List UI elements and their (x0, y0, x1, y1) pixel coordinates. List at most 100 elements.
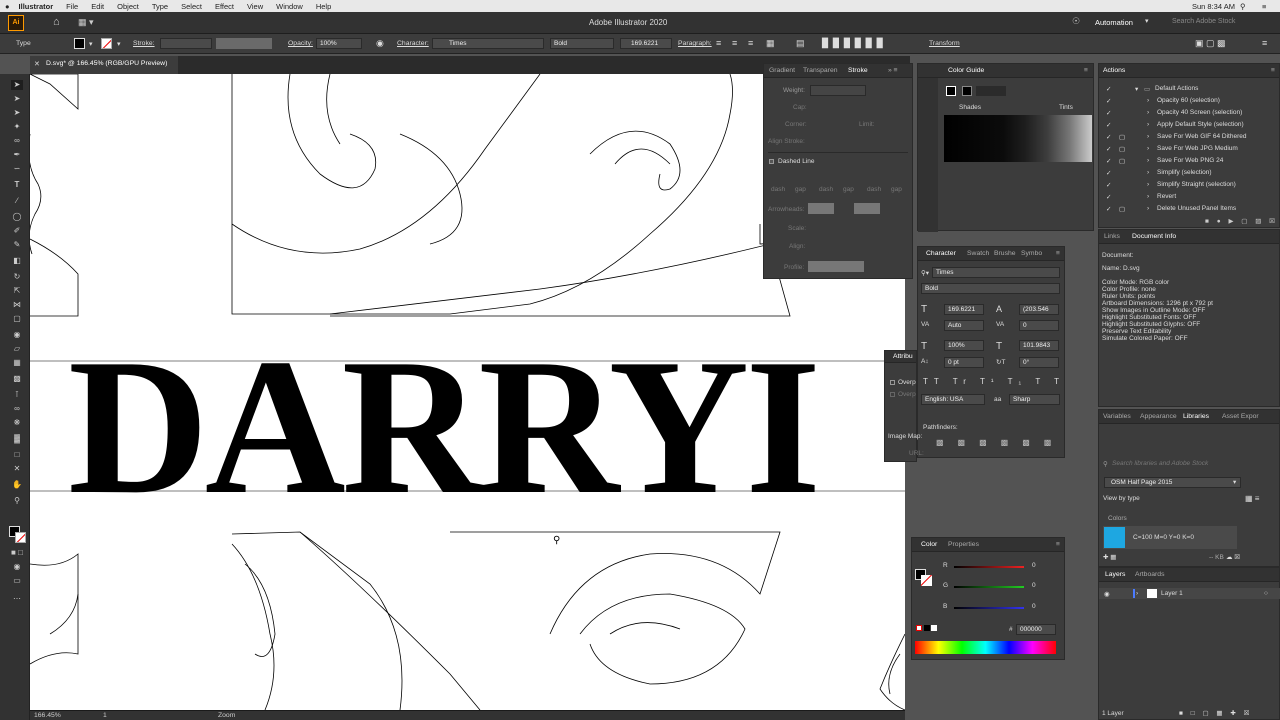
variable-width-profile[interactable] (216, 38, 272, 49)
character-style-field[interactable]: Bold (921, 283, 1060, 294)
tab-character[interactable]: Character (926, 250, 956, 257)
menu-app[interactable]: Illustrator (19, 2, 54, 11)
tab-layers[interactable]: Layers (1105, 571, 1125, 578)
workspace-menu[interactable]: Automation (1095, 18, 1133, 27)
tab-color[interactable]: Color (921, 541, 937, 548)
fill-chevron-icon[interactable]: ▾ (89, 40, 92, 48)
tab-appearance[interactable]: Appearance (1140, 413, 1177, 420)
menu-help[interactable]: Help (316, 2, 331, 11)
layer-buttons-icon[interactable]: ■ □ ▢ ▦ ✚ ☒ (1179, 709, 1252, 717)
tab-links[interactable]: Links (1104, 233, 1120, 240)
opacity-field[interactable]: 100% (316, 38, 362, 49)
arrowhead-end-select[interactable] (854, 203, 880, 214)
tab-symbols[interactable]: Symbo (1021, 250, 1042, 257)
tab-asset-export[interactable]: Asset Expor (1222, 413, 1259, 420)
stock-search-input[interactable]: Search Adobe Stock (1172, 18, 1272, 25)
paintbrush-icon[interactable]: ✐ (11, 226, 23, 236)
artboard-tool-icon[interactable]: □ (11, 450, 23, 460)
font-size-field[interactable]: 169.6221 (620, 38, 672, 49)
gradient-icon[interactable]: ▩ (11, 374, 23, 384)
rotation-input[interactable]: 0° (1019, 357, 1059, 368)
channel-b-slider[interactable] (954, 607, 1024, 609)
dashed-line-checkbox[interactable] (769, 159, 774, 164)
font-search-icon[interactable]: ⚲▾ (921, 269, 929, 277)
library-search-input[interactable]: Search libraries and Adobe Stock (1112, 460, 1208, 467)
menu-edit[interactable]: Edit (91, 2, 104, 11)
blend-icon[interactable]: ∞ (11, 404, 23, 414)
tab-swatches[interactable]: Swatch (967, 250, 989, 257)
align-objects-icon[interactable]: ▦ (766, 38, 775, 49)
antialias-select[interactable]: Sharp (1009, 394, 1060, 405)
menu-select[interactable]: Select (181, 2, 202, 11)
hex-input[interactable]: 000000 (1016, 624, 1056, 635)
channel-r-slider[interactable] (954, 566, 1024, 568)
scale-icon[interactable]: ⇱ (11, 286, 23, 296)
tab-artboards[interactable]: Artboards (1135, 571, 1164, 578)
tab-variables[interactable]: Variables (1103, 413, 1131, 420)
channel-r-value[interactable]: 0 (1032, 562, 1036, 569)
lightbulb-icon[interactable]: ☉ (1072, 16, 1080, 27)
group-selection-icon[interactable]: ➤ (11, 108, 23, 118)
curvature-icon[interactable]: ∽ (11, 164, 23, 174)
grid-view-icon[interactable]: ▦ ≡ (1245, 494, 1259, 503)
font-size-input[interactable]: 169.6221 (944, 304, 984, 315)
text-style-buttons-icon[interactable]: TT Tr T¹ T₁ T T (923, 377, 1065, 386)
graph-tool-icon[interactable]: ▓ (11, 434, 23, 444)
layer-name[interactable]: Layer 1 (1161, 590, 1183, 597)
workspace-switcher-icon[interactable]: ▦ ▾ (78, 17, 94, 28)
document-tab[interactable]: ✕ D.svg* @ 166.45% (RGB/GPU Preview) (30, 56, 178, 74)
opacity-label[interactable]: Opacity: (288, 40, 313, 47)
menu-object[interactable]: Object (117, 2, 139, 11)
artboard-number-field[interactable]: 1 (103, 712, 107, 719)
recolor-icon[interactable]: ◉ (376, 38, 384, 49)
library-select[interactable]: OSM Half Page 2015 (1104, 477, 1241, 488)
leading-input[interactable]: (203.546 (1019, 304, 1059, 315)
eye-icon[interactable]: ◉ (1104, 590, 1110, 598)
white-swatch[interactable] (931, 625, 937, 631)
tab-stroke[interactable]: Stroke (848, 67, 868, 74)
distribute-icon[interactable]: ▤ (796, 38, 805, 49)
perspective-icon[interactable]: ▱ (11, 344, 23, 354)
artwork-text[interactable]: DARRYI (68, 330, 821, 525)
baseline-input[interactable]: 0 pt (944, 357, 984, 368)
menu-window[interactable]: Window (276, 2, 303, 11)
symbol-sprayer-icon[interactable]: ❋ (11, 418, 23, 428)
direct-selection-tool-icon[interactable]: ➤ (11, 94, 23, 104)
panel-menu-icon[interactable]: » ≡ (888, 67, 898, 74)
menu-list-icon[interactable]: ≡ (1262, 2, 1266, 11)
tab-properties[interactable]: Properties (948, 541, 979, 548)
status-mode[interactable]: Zoom (218, 712, 235, 719)
tab-transparency[interactable]: Transparen (803, 67, 838, 74)
chevron-down-icon[interactable]: ▾ (1145, 17, 1149, 25)
close-icon[interactable]: ✕ (34, 60, 40, 68)
menu-type[interactable]: Type (152, 2, 168, 11)
font-family-field[interactable]: Times (432, 38, 544, 49)
type-tool-icon[interactable]: T (11, 180, 23, 190)
selection-tool-icon[interactable]: ➤ (11, 80, 23, 90)
tab-brushes[interactable]: Brushe (994, 250, 1016, 257)
hand-tool-icon[interactable]: ✋ (11, 480, 23, 490)
transform-link[interactable]: Transform (929, 40, 960, 47)
overprint-stroke-checkbox[interactable] (890, 392, 895, 397)
stroke-color-box[interactable] (15, 532, 26, 543)
library-color-item[interactable]: C=100 M=0 Y=0 K=0 (1103, 526, 1237, 549)
horizontal-scale-input[interactable]: 101.9843 (1019, 340, 1059, 351)
ellipse-tool-icon[interactable]: ◯ (11, 212, 23, 222)
align-left-icon[interactable]: ≡ (716, 38, 721, 48)
overprint-fill-checkbox[interactable] (890, 380, 895, 385)
channel-b-value[interactable]: 0 (1032, 603, 1036, 610)
home-icon[interactable]: ⌂ (53, 16, 60, 28)
tab-gradient[interactable]: Gradient (769, 67, 795, 74)
profile-select[interactable] (808, 261, 864, 272)
eyedropper-icon[interactable]: ⊺ (11, 390, 23, 400)
align-right-icon[interactable]: ≡ (748, 38, 753, 48)
stroke-weight-field[interactable] (160, 38, 212, 49)
panel-menu-icon[interactable]: ≡ (1056, 541, 1060, 548)
color-stroke-box[interactable] (921, 575, 932, 586)
language-select[interactable]: English: USA (921, 394, 985, 405)
expand-chevron-icon[interactable]: › (1136, 590, 1138, 597)
menu-view[interactable]: View (247, 2, 263, 11)
zoom-tool-icon[interactable]: ⚲ (11, 496, 23, 506)
tab-document-info[interactable]: Document Info (1132, 233, 1176, 240)
search-icon[interactable]: ⚲ (1240, 2, 1246, 11)
